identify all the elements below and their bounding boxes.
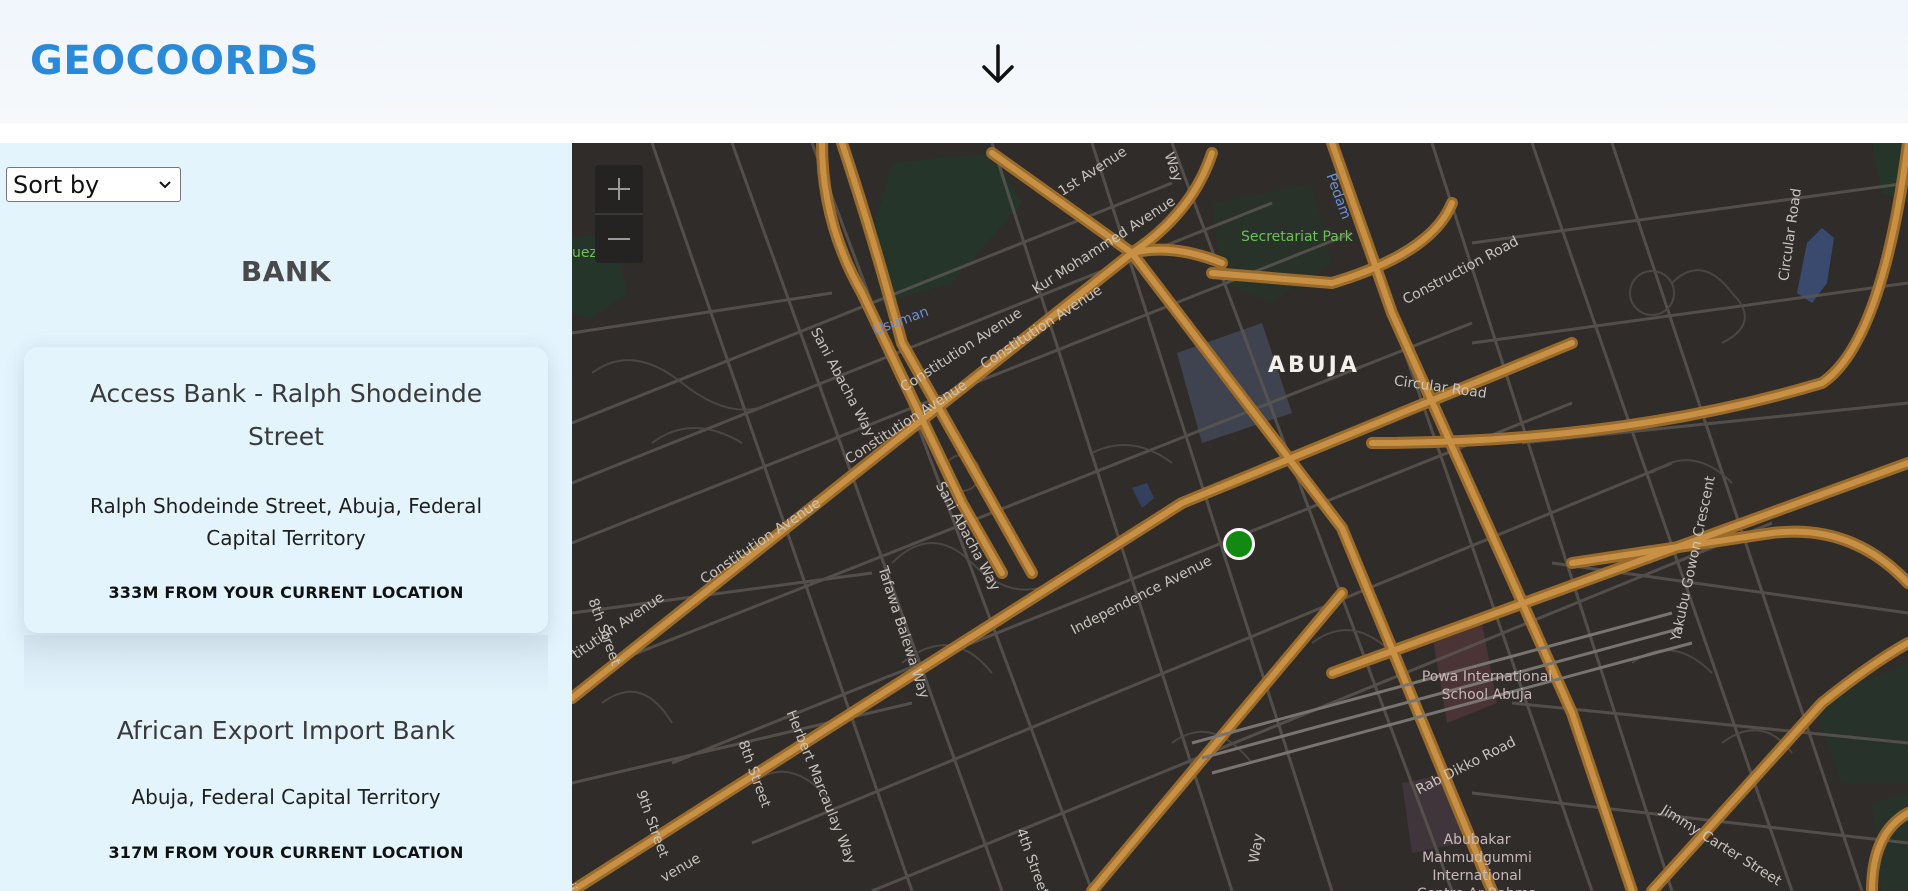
result-distance: 333M FROM YOUR CURRENT LOCATION: [108, 583, 464, 602]
location-marker[interactable]: [1223, 528, 1255, 560]
header-spacer: [0, 123, 1908, 143]
poi-label: Abubakar Mahmudgummi International Centr…: [1417, 832, 1537, 891]
map-canvas[interactable]: Constitution Avenue Constitution Avenue …: [572, 143, 1908, 891]
sort-by-select[interactable]: Sort by: [6, 167, 181, 202]
result-address: Ralph Shodeinde Street, Abuja, Federal C…: [89, 494, 482, 550]
results-sidebar: Sort by BANK Access Bank - Ralph Shodein…: [0, 143, 572, 891]
minus-icon: [608, 238, 630, 240]
top-header: GEOCOORDS: [0, 0, 1908, 123]
zoom-controls: [595, 165, 643, 263]
result-card[interactable]: African Export Import Bank Abuja, Federa…: [24, 703, 548, 891]
card-shadow-divider: [24, 635, 548, 695]
result-distance: 317M FROM YOUR CURRENT LOCATION: [108, 843, 464, 862]
result-address: Abuja, Federal Capital Territory: [131, 785, 441, 809]
poi-label: Powa International School Abuja: [1421, 669, 1553, 703]
result-card[interactable]: Access Bank - Ralph Shodeinde Street Ral…: [24, 347, 548, 633]
result-name: African Export Import Bank: [116, 716, 456, 745]
city-label: ABUJA: [1268, 353, 1360, 378]
zoom-in-button[interactable]: [595, 165, 643, 213]
park-label: Secretariat Park: [1241, 229, 1353, 245]
result-name: Access Bank - Ralph Shodeinde Street: [89, 379, 483, 451]
category-title: BANK: [240, 255, 332, 288]
plus-icon: [608, 178, 630, 200]
arrow-down-icon[interactable]: [976, 40, 1020, 88]
brand-logo-text[interactable]: GEOCOORDS: [30, 38, 319, 84]
zoom-out-button[interactable]: [595, 215, 643, 263]
